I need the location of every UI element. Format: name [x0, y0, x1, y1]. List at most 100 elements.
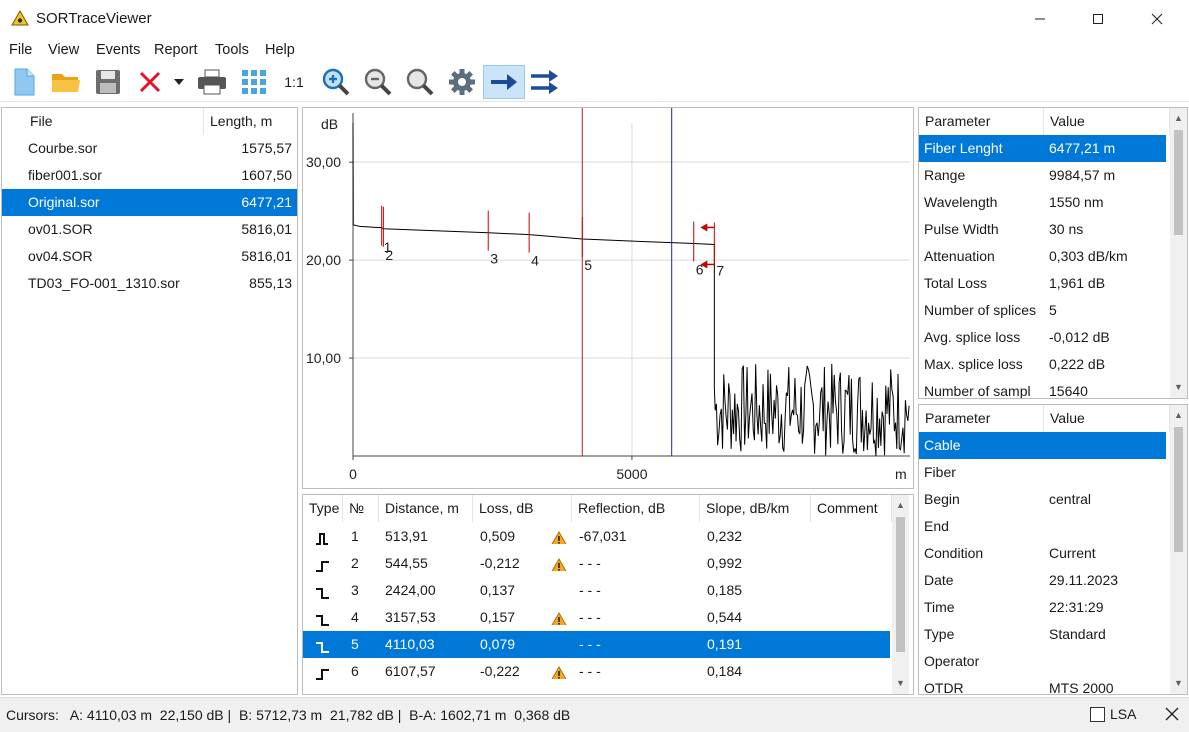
column-header-no[interactable]: №: [343, 495, 379, 522]
parameter-name: Time: [924, 599, 955, 615]
menu-tools[interactable]: Tools: [215, 42, 249, 58]
parameter-row[interactable]: OTDR MTS 2000: [919, 675, 1166, 694]
parameter-name: Date: [924, 572, 954, 588]
parameter-row[interactable]: Max. splice loss 0,222 dB: [919, 351, 1166, 378]
menu-report[interactable]: Report: [154, 42, 198, 58]
zoom-in-button[interactable]: [319, 65, 353, 99]
chevron-down-icon: [174, 79, 184, 85]
file-row[interactable]: fiber001.sor 1607,50: [2, 162, 297, 189]
event-row[interactable]: 6 6107,57 -0,222 - - - 0,184: [303, 658, 890, 685]
parameter-row[interactable]: Pulse Width 30 ns: [919, 216, 1166, 243]
delete-dropdown-button[interactable]: [170, 65, 188, 99]
scroll-down-icon[interactable]: ▼: [1170, 675, 1187, 692]
events-scrollbar[interactable]: ▲ ▼: [892, 495, 909, 694]
event-distance: 4110,03: [385, 636, 435, 652]
trace-chart-panel[interactable]: 30,00 20,00 10,00 0 5000 dB m 1 2 3 4 5 6 7: [302, 107, 914, 489]
parameter-row[interactable]: Fiber Lenght 6477,21 m: [919, 135, 1166, 162]
event-loss: 0,137: [480, 582, 516, 598]
parameter-row[interactable]: Fiber: [919, 459, 1166, 486]
column-header-value[interactable]: Value: [1044, 108, 1170, 135]
file-row[interactable]: ov04.SOR 5816,01: [2, 243, 297, 270]
column-header-reflection[interactable]: Reflection, dB: [572, 495, 700, 522]
menu-file[interactable]: File: [9, 42, 32, 58]
parameter-row[interactable]: Cable: [919, 432, 1166, 459]
params-bottom-scrollbar[interactable]: ▲ ▼: [1170, 405, 1187, 694]
column-header-length[interactable]: Length, m: [204, 108, 297, 135]
scroll-up-icon[interactable]: ▲: [892, 497, 909, 514]
parameter-row[interactable]: Number of splices 5: [919, 297, 1166, 324]
column-header-type[interactable]: Type: [303, 495, 343, 522]
parameter-row[interactable]: Date 29.11.2023: [919, 567, 1166, 594]
event-row[interactable]: 2 544,55 -0,212 - - - 0,992: [303, 550, 890, 577]
parameter-row[interactable]: Total Loss 1,961 dB: [919, 270, 1166, 297]
column-header-parameter[interactable]: Parameter: [919, 405, 1044, 432]
grid-button[interactable]: [237, 65, 271, 99]
lsa-checkbox[interactable]: [1090, 707, 1105, 722]
menu-bar: File View Events Report Tools Help: [0, 38, 1189, 62]
file-row[interactable]: Courbe.sor 1575,57: [2, 135, 297, 162]
close-panel-button[interactable]: [1165, 707, 1179, 724]
column-header-file[interactable]: File: [24, 108, 204, 135]
scroll-thumb[interactable]: [896, 517, 905, 652]
scroll-up-icon[interactable]: ▲: [1170, 110, 1187, 127]
column-header-distance[interactable]: Distance, m: [379, 495, 473, 522]
parameter-row[interactable]: Avg. splice loss -0,012 dB: [919, 324, 1166, 351]
column-header-loss[interactable]: Loss, dB: [473, 495, 572, 522]
zoom-out-button[interactable]: [361, 65, 395, 99]
scroll-thumb[interactable]: [1174, 427, 1183, 552]
scroll-thumb[interactable]: [1174, 130, 1183, 235]
file-row[interactable]: ov01.SOR 5816,01: [2, 216, 297, 243]
event-row[interactable]: 1 513,91 0,509 -67,031 0,232: [303, 523, 890, 550]
parameter-row[interactable]: Wavelength 1550 nm: [919, 189, 1166, 216]
column-header-parameter[interactable]: Parameter: [919, 108, 1044, 135]
save-button[interactable]: [91, 65, 125, 99]
scroll-down-icon[interactable]: ▼: [1170, 379, 1187, 396]
close-icon: [1165, 707, 1179, 721]
file-row[interactable]: Original.sor 6477,21: [2, 189, 297, 216]
settings-button[interactable]: [445, 65, 479, 99]
event-row[interactable]: 5 4110,03 0,079 - - - 0,191: [303, 631, 890, 658]
event-row[interactable]: 3 2424,00 0,137 - - - 0,185: [303, 577, 890, 604]
menu-help[interactable]: Help: [265, 42, 295, 58]
event-row[interactable]: 4 3157,53 0,157 - - - 0,544: [303, 604, 890, 631]
parameter-row[interactable]: Type Standard: [919, 621, 1166, 648]
new-file-button[interactable]: [7, 65, 41, 99]
column-header-value[interactable]: Value: [1044, 405, 1170, 432]
parameter-row[interactable]: Begin central: [919, 486, 1166, 513]
parameter-row[interactable]: End: [919, 513, 1166, 540]
event-reflection: - - -: [579, 663, 601, 679]
scroll-up-icon[interactable]: ▲: [1170, 407, 1187, 424]
maximize-button[interactable]: [1069, 0, 1127, 38]
delete-button[interactable]: [133, 65, 167, 99]
parameter-row[interactable]: Number of sampl 15640: [919, 378, 1166, 398]
minimize-button[interactable]: [1011, 0, 1069, 38]
arrow-right-button[interactable]: [483, 65, 525, 99]
parameter-value: 6477,21 m: [1049, 140, 1116, 156]
parameter-value: Current: [1049, 545, 1096, 561]
column-header-slope[interactable]: Slope, dB/km: [700, 495, 811, 522]
params-top-scrollbar[interactable]: ▲ ▼: [1170, 108, 1187, 398]
menu-view[interactable]: View: [48, 42, 79, 58]
print-button[interactable]: [195, 65, 229, 99]
parameter-row[interactable]: Range 9984,57 m: [919, 162, 1166, 189]
parameter-value: central: [1049, 491, 1092, 507]
y-tick-label: 20,00: [306, 252, 341, 268]
one-to-one-button[interactable]: 1:1: [277, 65, 311, 99]
file-row[interactable]: TD03_FO-001_1310.sor 855,13: [2, 270, 297, 297]
menu-events[interactable]: Events: [96, 42, 140, 58]
open-button[interactable]: [49, 65, 83, 99]
file-name: Courbe.sor: [28, 140, 98, 156]
parameter-row[interactable]: Condition Current: [919, 540, 1166, 567]
parameter-row[interactable]: Operator: [919, 648, 1166, 675]
files-panel: File Length, m Courbe.sor 1575,57 fiber001…: [1, 107, 298, 695]
double-arrow-right-button[interactable]: [528, 65, 562, 99]
scroll-down-icon[interactable]: ▼: [892, 675, 909, 692]
column-header-comment[interactable]: Comment: [811, 495, 892, 522]
x-tick-label: 5000: [616, 466, 647, 482]
parameter-row[interactable]: Attenuation 0,303 dB/km: [919, 243, 1166, 270]
parameter-name: Operator: [924, 653, 980, 669]
otdr-trace-chart[interactable]: 30,0020,0010,000 5000dBm12 3 4 5 6 7: [303, 108, 914, 489]
parameter-row[interactable]: Time 22:31:29: [919, 594, 1166, 621]
zoom-reset-button[interactable]: [403, 65, 437, 99]
close-button[interactable]: [1128, 0, 1186, 38]
